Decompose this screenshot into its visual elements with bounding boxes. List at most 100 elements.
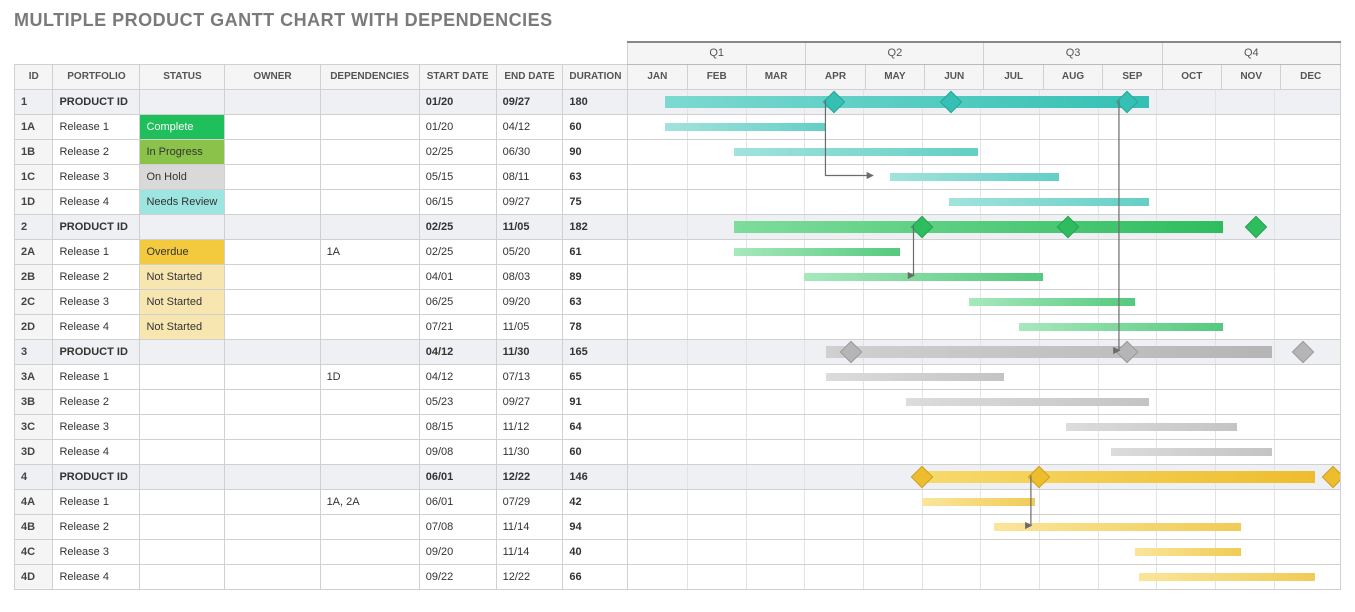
cell-portfolio[interactable]: Release 3 bbox=[53, 414, 140, 439]
gantt-bar[interactable] bbox=[890, 173, 1058, 181]
table-row[interactable]: 1BRelease 2In Progress02/2506/3090 bbox=[15, 139, 1341, 164]
cell-status[interactable] bbox=[140, 439, 225, 464]
cell-start[interactable]: 09/22 bbox=[419, 564, 496, 589]
cell-end[interactable]: 09/27 bbox=[496, 389, 563, 414]
cell-status[interactable]: Not Started bbox=[140, 314, 225, 339]
cell-end[interactable]: 05/20 bbox=[496, 239, 563, 264]
col-owner[interactable]: OWNER bbox=[225, 64, 320, 89]
milestone-diamond[interactable] bbox=[1245, 215, 1268, 238]
table-row[interactable]: 2ARelease 1Overdue1A02/2505/2061 bbox=[15, 239, 1341, 264]
cell-status[interactable] bbox=[140, 339, 225, 364]
gantt-bar[interactable] bbox=[1111, 448, 1271, 456]
cell-end[interactable]: 08/03 bbox=[496, 264, 563, 289]
table-row[interactable]: 4DRelease 409/2212/2266 bbox=[15, 564, 1341, 589]
table-row[interactable]: 3DRelease 409/0811/3060 bbox=[15, 439, 1341, 464]
cell-deps[interactable] bbox=[320, 89, 419, 114]
rowhead[interactable]: 3 bbox=[15, 339, 53, 364]
gantt-bar[interactable] bbox=[734, 248, 900, 256]
cell-owner[interactable] bbox=[225, 339, 320, 364]
cell-duration[interactable]: 165 bbox=[563, 339, 628, 364]
cell-end[interactable]: 11/30 bbox=[496, 439, 563, 464]
table-row[interactable]: 3CRelease 308/1511/1264 bbox=[15, 414, 1341, 439]
milestone-diamond[interactable] bbox=[1116, 340, 1139, 363]
cell-portfolio[interactable]: Release 1 bbox=[53, 239, 140, 264]
table-row[interactable]: 3PRODUCT ID04/1211/30165 bbox=[15, 339, 1341, 364]
cell-deps[interactable] bbox=[320, 439, 419, 464]
cell-owner[interactable] bbox=[225, 239, 320, 264]
col-duration[interactable]: DURATION bbox=[563, 64, 628, 89]
cell-deps[interactable] bbox=[320, 289, 419, 314]
table-row[interactable]: 4CRelease 309/2011/1440 bbox=[15, 539, 1341, 564]
cell-duration[interactable]: 63 bbox=[563, 289, 628, 314]
cell-duration[interactable]: 63 bbox=[563, 164, 628, 189]
cell-portfolio[interactable]: Release 3 bbox=[53, 539, 140, 564]
gantt-bar[interactable] bbox=[826, 346, 1272, 358]
cell-deps[interactable] bbox=[320, 389, 419, 414]
cell-duration[interactable]: 75 bbox=[563, 189, 628, 214]
cell-owner[interactable] bbox=[225, 214, 320, 239]
col-start[interactable]: START DATE bbox=[419, 64, 496, 89]
table-row[interactable]: 3ARelease 11D04/1207/1365 bbox=[15, 364, 1341, 389]
rowhead[interactable]: 3B bbox=[15, 389, 53, 414]
cell-status[interactable] bbox=[140, 414, 225, 439]
cell-portfolio[interactable]: PRODUCT ID bbox=[53, 214, 140, 239]
rowhead[interactable]: 4 bbox=[15, 464, 53, 489]
gantt-bar[interactable] bbox=[826, 373, 1004, 381]
gantt-bar[interactable] bbox=[1135, 548, 1241, 556]
rowhead[interactable]: 2A bbox=[15, 239, 53, 264]
cell-start[interactable]: 02/25 bbox=[419, 139, 496, 164]
milestone-diamond[interactable] bbox=[910, 465, 933, 488]
rowhead[interactable]: 4A bbox=[15, 489, 53, 514]
cell-duration[interactable]: 78 bbox=[563, 314, 628, 339]
table-row[interactable]: 2DRelease 4Not Started07/2111/0578 bbox=[15, 314, 1341, 339]
cell-portfolio[interactable]: Release 1 bbox=[53, 364, 140, 389]
cell-owner[interactable] bbox=[225, 264, 320, 289]
table-row[interactable]: 1ARelease 1Complete01/2004/1260 bbox=[15, 114, 1341, 139]
rowhead[interactable]: 2 bbox=[15, 214, 53, 239]
gantt-bar[interactable] bbox=[804, 273, 1043, 281]
cell-deps[interactable] bbox=[320, 339, 419, 364]
cell-deps[interactable]: 1D bbox=[320, 364, 419, 389]
cell-duration[interactable]: 180 bbox=[563, 89, 628, 114]
milestone-diamond[interactable] bbox=[910, 215, 933, 238]
cell-status[interactable]: On Hold bbox=[140, 164, 225, 189]
milestone-diamond[interactable] bbox=[1321, 465, 1340, 488]
cell-portfolio[interactable]: Release 2 bbox=[53, 264, 140, 289]
cell-portfolio[interactable]: PRODUCT ID bbox=[53, 339, 140, 364]
col-portfolio[interactable]: PORTFOLIO bbox=[53, 64, 140, 89]
cell-start[interactable]: 09/20 bbox=[419, 539, 496, 564]
cell-owner[interactable] bbox=[225, 464, 320, 489]
rowhead[interactable]: 2C bbox=[15, 289, 53, 314]
cell-portfolio[interactable]: Release 2 bbox=[53, 514, 140, 539]
col-dependencies[interactable]: DEPENDENCIES bbox=[320, 64, 419, 89]
cell-duration[interactable]: 66 bbox=[563, 564, 628, 589]
rowhead[interactable]: 1C bbox=[15, 164, 53, 189]
cell-portfolio[interactable]: Release 3 bbox=[53, 289, 140, 314]
cell-portfolio[interactable]: Release 2 bbox=[53, 139, 140, 164]
cell-end[interactable]: 09/20 bbox=[496, 289, 563, 314]
col-end[interactable]: END DATE bbox=[496, 64, 563, 89]
cell-owner[interactable] bbox=[225, 139, 320, 164]
table-row[interactable]: 2BRelease 2Not Started04/0108/0389 bbox=[15, 264, 1341, 289]
rowhead[interactable]: 3C bbox=[15, 414, 53, 439]
cell-end[interactable]: 04/12 bbox=[496, 114, 563, 139]
cell-end[interactable]: 11/05 bbox=[496, 314, 563, 339]
gantt-bar[interactable] bbox=[734, 221, 1223, 233]
cell-owner[interactable] bbox=[225, 314, 320, 339]
milestone-diamond[interactable] bbox=[822, 90, 845, 113]
cell-status[interactable]: Needs Review bbox=[140, 189, 225, 214]
cell-duration[interactable]: 61 bbox=[563, 239, 628, 264]
cell-portfolio[interactable]: Release 4 bbox=[53, 564, 140, 589]
cell-status[interactable] bbox=[140, 489, 225, 514]
cell-status[interactable] bbox=[140, 564, 225, 589]
cell-portfolio[interactable]: Release 4 bbox=[53, 189, 140, 214]
cell-status[interactable] bbox=[140, 539, 225, 564]
cell-owner[interactable] bbox=[225, 414, 320, 439]
cell-status[interactable] bbox=[140, 464, 225, 489]
cell-duration[interactable]: 64 bbox=[563, 414, 628, 439]
gantt-bar[interactable] bbox=[1139, 573, 1315, 581]
cell-owner[interactable] bbox=[225, 89, 320, 114]
table-row[interactable]: 1CRelease 3On Hold05/1508/1163 bbox=[15, 164, 1341, 189]
rowhead[interactable]: 3A bbox=[15, 364, 53, 389]
cell-deps[interactable] bbox=[320, 164, 419, 189]
